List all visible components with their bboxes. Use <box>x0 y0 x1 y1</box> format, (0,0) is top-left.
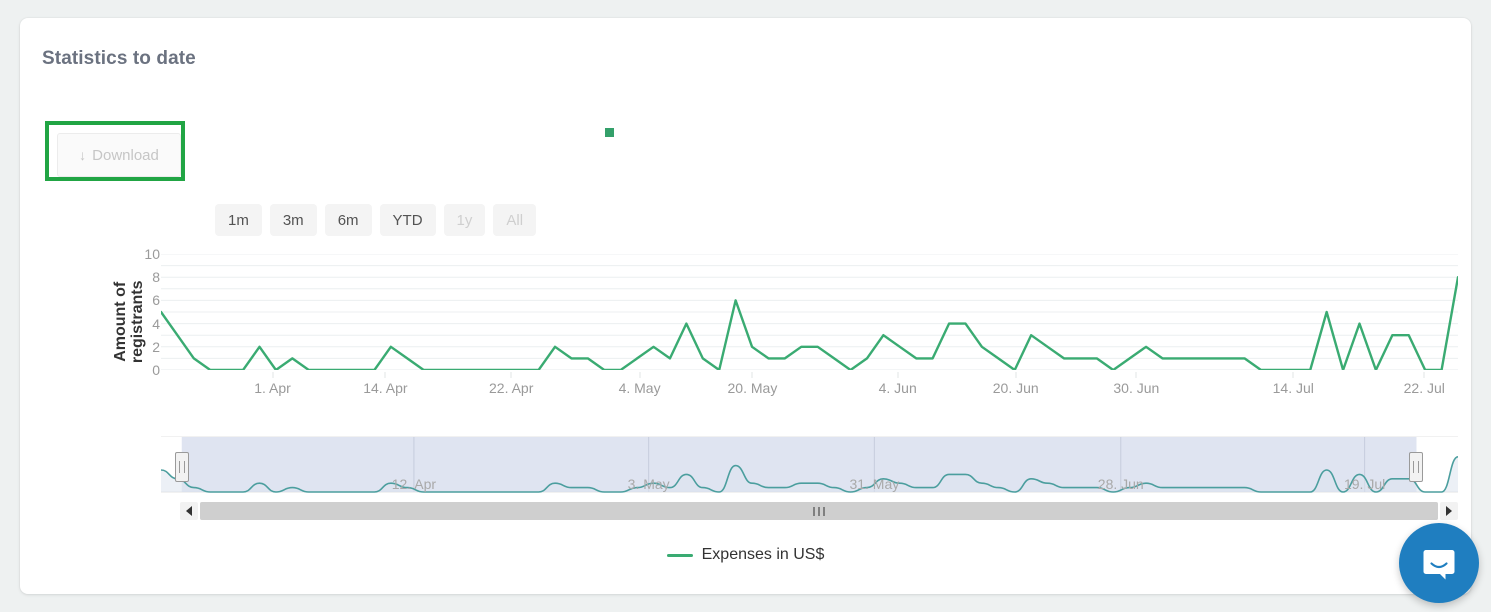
chat-launcher-button[interactable] <box>1399 523 1479 603</box>
x-axis-tick-label: 4. May <box>618 380 661 396</box>
scrollbar-grip-icon <box>813 506 825 516</box>
x-axis-tick-mark <box>751 372 753 378</box>
x-axis-tick-mark <box>384 372 386 378</box>
x-axis-tick-label: 20. Jun <box>992 380 1039 396</box>
range-button-ytd[interactable]: YTD <box>379 204 436 236</box>
x-axis-tick-mark <box>1292 372 1294 378</box>
y-axis-tick-label: 4 <box>152 315 160 332</box>
x-axis-tick-mark <box>897 372 899 378</box>
x-axis-tick-mark <box>272 372 274 378</box>
range-selector: 1m 3m 6m YTD 1y All <box>215 204 537 236</box>
green-square-marker <box>605 128 614 137</box>
chart-series-line <box>161 254 1458 370</box>
range-button-all[interactable]: All <box>493 204 537 236</box>
y-axis-ticks: 0 2 4 6 8 10 <box>124 246 160 378</box>
download-highlight-box: ↓ Download <box>45 121 185 181</box>
x-axis-tick-mark <box>1135 372 1137 378</box>
range-button-6m[interactable]: 6m <box>324 204 372 236</box>
x-axis-tick-label: 22. Jul <box>1403 380 1445 396</box>
x-axis-tick-mark <box>639 372 641 378</box>
download-button[interactable]: ↓ Download <box>57 133 181 177</box>
statistics-card: Statistics to date ↓ Download 1m 3m 6m Y… <box>20 18 1471 594</box>
y-axis-tick-label: 10 <box>144 246 160 262</box>
y-axis-tick-label: 6 <box>152 292 160 309</box>
x-axis-tick-label: 4. Jun <box>878 380 917 396</box>
navigator-tick-label: 12. Apr <box>391 476 437 492</box>
range-button-1y[interactable]: 1y <box>443 204 486 236</box>
download-arrow-icon: ↓ <box>79 147 87 163</box>
range-button-1m[interactable]: 1m <box>215 204 262 236</box>
y-axis-tick-label: 0 <box>152 362 160 378</box>
y-axis-tick-label: 8 <box>152 269 160 286</box>
navigator-tick-label: 3. May <box>627 476 670 492</box>
x-axis-tick-label: 14. Apr <box>363 380 408 396</box>
navigator-tick-label: 31. May <box>849 476 900 492</box>
navigator-handle-right[interactable] <box>1409 452 1424 482</box>
x-axis-tick-mark <box>1423 372 1425 378</box>
navigator-handle-grip-icon <box>1413 461 1420 473</box>
navigator-tick-label: 28. Jun <box>1097 476 1144 492</box>
x-axis-tick-label: 14. Jul <box>1272 380 1314 396</box>
x-axis-tick-mark <box>510 372 512 378</box>
y-axis-tick-label: 2 <box>152 338 160 355</box>
scrollbar-arrow-right[interactable] <box>1440 502 1458 520</box>
chart-plot-area <box>161 254 1458 370</box>
download-button-label: Download <box>92 146 159 164</box>
scrollbar-thumb[interactable] <box>200 502 1438 520</box>
x-axis-tick-label: 22. Apr <box>489 380 534 396</box>
navigator-handle-left[interactable] <box>174 452 189 482</box>
page-title: Statistics to date <box>42 48 196 69</box>
chat-bubble-icon <box>1423 550 1455 580</box>
x-axis-labels: 1. Apr 14. Apr 22. Apr 4. May 20. May 4. Jun 2… <box>161 372 1458 402</box>
legend-line-icon <box>666 553 693 557</box>
scrollbar-arrow-left[interactable] <box>180 502 198 520</box>
chart-legend: Expenses in US$ <box>20 546 1471 564</box>
navigator-handle-grip-icon <box>178 461 185 473</box>
x-axis-tick-mark <box>1015 372 1017 378</box>
arrow-right-icon <box>1446 506 1452 516</box>
arrow-left-icon <box>186 506 192 516</box>
range-button-3m[interactable]: 3m <box>269 204 317 236</box>
navigator-scrollbar[interactable] <box>180 502 1458 520</box>
x-axis-tick-label: 20. May <box>727 380 778 396</box>
navigator-labels: 12. Apr 3. May 31. May 28. Jun 19. Jul <box>161 436 1458 500</box>
legend-item-label[interactable]: Expenses in US$ <box>702 546 825 564</box>
x-axis-tick-label: 1. Apr <box>254 380 291 396</box>
navigator-tick-label: 19. Jul <box>1343 476 1386 492</box>
x-axis-tick-label: 30. Jun <box>1113 380 1160 396</box>
